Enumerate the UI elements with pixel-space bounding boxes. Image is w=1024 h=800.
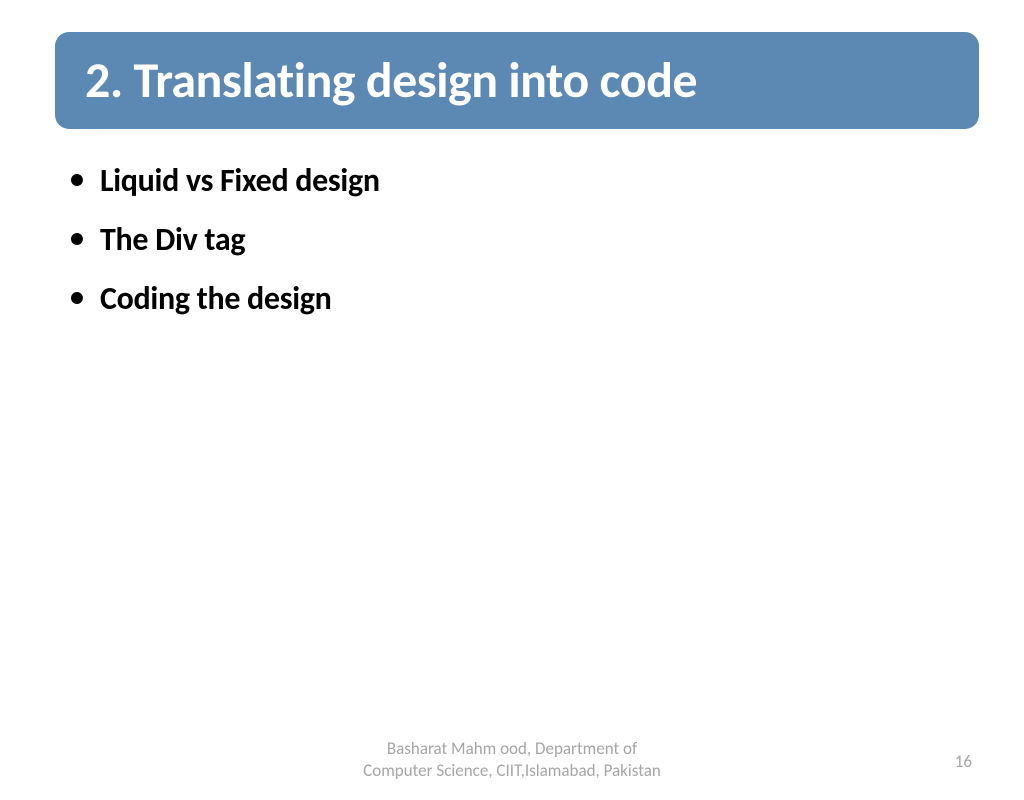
page-number: 16: [955, 751, 972, 772]
slide-title-banner: 2. Translating design into code: [55, 32, 979, 129]
slide-footer: Basharat Mahm ood, Department of Compute…: [0, 738, 1024, 782]
slide-title: 2. Translating design into code: [85, 50, 697, 111]
footer-line-1: Basharat Mahm ood, Department of: [387, 738, 637, 759]
bullet-text: The Div tag: [100, 220, 245, 259]
footer-attribution: Basharat Mahm ood, Department of Compute…: [363, 738, 661, 782]
slide-content: Liquid vs Fixed design The Div tag Codin…: [60, 161, 1024, 318]
bullet-list: Liquid vs Fixed design The Div tag Codin…: [60, 161, 1024, 318]
bullet-text: Liquid vs Fixed design: [100, 161, 380, 200]
list-item: Coding the design: [60, 279, 1024, 318]
bullet-text: Coding the design: [100, 279, 332, 318]
page-number-value: 16: [955, 751, 972, 772]
list-item: The Div tag: [60, 220, 1024, 259]
footer-line-2: Computer Science, CIIT,Islamabad, Pakist…: [363, 760, 661, 781]
list-item: Liquid vs Fixed design: [60, 161, 1024, 200]
